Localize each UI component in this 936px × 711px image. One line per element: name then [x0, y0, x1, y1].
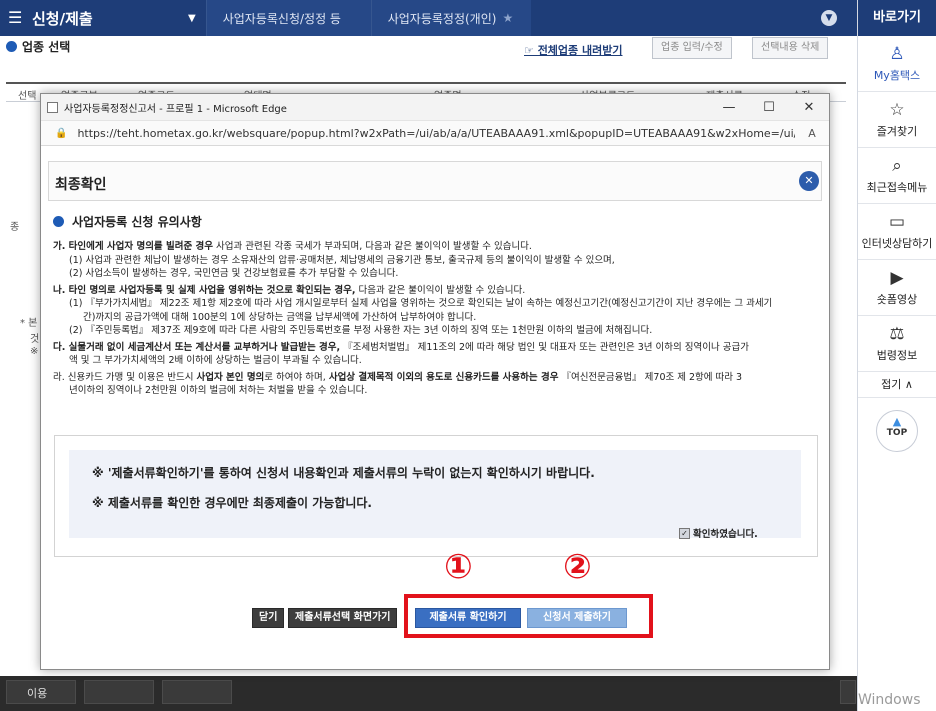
window-titlebar: 사업자등록정정신고서 - 프로필 1 - Microsoft Edge — ☐ … — [41, 94, 829, 121]
monitor-icon: ▭ — [888, 212, 906, 232]
top-header: ☰ 신청/제출 ▼ 사업자등록신청/정정 등 사업자등록정정(개인) ★ ▼ — [0, 0, 857, 36]
window-close-icon[interactable]: ✕ — [789, 100, 829, 115]
checkbox-icon[interactable]: ✓ — [679, 527, 690, 539]
taskbar-item[interactable] — [162, 680, 232, 704]
quick-item-recent-menu[interactable]: ⌕ 최근접속메뉴 — [858, 148, 936, 204]
gavel-icon: ⚖ — [889, 324, 905, 344]
windows-watermark: Windows — [858, 692, 921, 708]
quick-item-label: 숏폼영상 — [876, 293, 918, 306]
taskbar-item[interactable] — [84, 680, 154, 704]
industry-section-title: 업종 선택 — [6, 38, 70, 55]
modal-close-icon[interactable]: ✕ — [799, 171, 819, 191]
edge-app-icon — [47, 101, 58, 113]
address-bar[interactable]: 🔒 https://teht.hometax.go.kr/websquare/p… — [41, 121, 829, 146]
doc-select-screen-button[interactable]: 제출서류선택 화면가기 — [288, 608, 398, 628]
confirm-checkbox[interactable]: ✓ 확인하였습니다. — [679, 526, 758, 540]
taskbar-item[interactable] — [840, 680, 856, 704]
confirm-panel: ※ '제출서류확인하기'를 통하여 신청서 내용확인과 제출서류의 누락이 없는… — [69, 450, 801, 538]
quick-item-favorites[interactable]: ☆ 즐겨찾기 — [858, 92, 936, 148]
menu-icon[interactable]: ☰ — [8, 0, 26, 36]
top-label: TOP — [886, 428, 908, 438]
quick-item-label: 법령정보 — [876, 349, 918, 362]
modal-title: 최종확인 — [55, 177, 107, 193]
confirm-checkbox-label: 확인하였습니다. — [693, 529, 758, 540]
annotation-number-1: ① — [444, 547, 473, 587]
breadcrumb-item-1[interactable]: 사업자등록신청/정정 등 — [205, 0, 371, 36]
confirm-line-1: ※ '제출서류확인하기'를 통하여 신청서 내용확인과 제출서류의 누락이 없는… — [92, 466, 595, 480]
breadcrumb-item-2[interactable]: 사업자등록정정(개인) ★ — [370, 0, 531, 36]
breadcrumb-label-2: 사업자등록정정(개인) — [387, 11, 497, 26]
page-title: 신청/제출 — [32, 9, 93, 28]
minimize-icon[interactable]: — — [709, 100, 749, 115]
quick-panel: 바로가기 ♙ My홈택스 ☆ 즐겨찾기 ⌕ 최근접속메뉴 ▭ 인터넷상담하기 ▶… — [857, 0, 936, 711]
highlight-box — [404, 594, 653, 638]
window-title: 사업자등록정정신고서 - 프로필 1 - Microsoft Edge — [64, 103, 287, 115]
notice-ga-1: (1) 사업과 관련한 체납이 발생하는 경우 소유재산의 압류·공매처분, 체… — [69, 254, 615, 266]
notice-ga: 가. 타인에게 사업자 명의를 빌려준 경우 사업과 관련된 각종 국세가 부과… — [53, 241, 532, 252]
annotation-number-2: ② — [563, 547, 592, 587]
quick-item-label: 즐겨찾기 — [876, 125, 918, 138]
bg-fragment-3: 것 — [30, 334, 40, 345]
confirm-line-2: ※ 제출서류를 확인한 경우에만 최종제출이 가능합니다. — [92, 496, 372, 510]
notice-ga-2: (2) 사업소득이 발생하는 경우, 국민연금 및 건강보험료를 추가 부담할 … — [69, 268, 399, 279]
quick-item-label: My홈택스 — [873, 69, 921, 82]
confirm-box: ※ '제출서류확인하기'를 통하여 신청서 내용확인과 제출서류의 누락이 없는… — [54, 435, 818, 557]
collapse-icon[interactable]: ▼ — [821, 10, 837, 26]
modal-header: 최종확인 ✕ — [48, 161, 822, 201]
notice-na-2: (2) 『주민등록법』 제37조 제9호에 따라 다른 사람의 주민등록번호를 … — [69, 325, 653, 336]
notice-na: 나. 타인 명의로 사업자등록 및 실제 사업을 영위하는 것으로 확인되는 경… — [53, 284, 526, 296]
close-button[interactable]: 닫기 — [252, 608, 285, 628]
quick-item-my-hometax[interactable]: ♙ My홈택스 — [858, 36, 936, 92]
taskbar: 이용 — [0, 676, 857, 711]
bullet-icon — [6, 41, 17, 52]
user-icon: ♙ — [889, 44, 905, 64]
title-dropdown-icon[interactable]: ▼ — [188, 13, 196, 24]
notice-body: 가. 타인에게 사업자 명의를 빌려준 경우 사업과 관련된 각종 국세가 부과… — [53, 240, 823, 398]
download-all-industry-link[interactable]: ☞ 전체업종 내려받기 — [524, 42, 622, 58]
bg-fragment-2: * 본 — [20, 318, 38, 329]
lock-icon: 🔒 — [55, 127, 68, 139]
maximize-icon[interactable]: ☐ — [749, 100, 789, 115]
scroll-top-button[interactable]: ▲ TOP — [876, 410, 918, 452]
quick-item-label: 인터넷상담하기 — [861, 237, 933, 250]
favorite-star-icon[interactable]: ★ — [502, 11, 513, 25]
taskbar-item-label: 이용 — [27, 687, 48, 700]
popup-window: 사업자등록정정신고서 - 프로필 1 - Microsoft Edge — ☐ … — [40, 93, 830, 670]
col-select: 선택 — [18, 91, 37, 102]
search-doc-icon: ⌕ — [892, 156, 902, 176]
bg-fragment-4: ※ — [30, 346, 39, 357]
bg-fragment-1: 종 — [10, 222, 20, 233]
notice-na-1b: 간)까지의 공급가액에 대해 100분의 1에 상당하는 금액을 납부세액에 가… — [83, 311, 477, 323]
notice-title: 사업자등록 신청 유의사항 — [53, 213, 202, 230]
up-arrow-icon: ▲ — [892, 415, 902, 428]
quick-item-law-info[interactable]: ⚖ 법령정보 — [858, 316, 936, 372]
taskbar-item[interactable]: 이용 — [6, 680, 76, 704]
bullet-icon — [53, 216, 64, 227]
fold-button[interactable]: 접기 ∧ — [858, 372, 936, 398]
notice-da-2: 액 및 그 부가가치세액의 2배 이하에 상당하는 벌금이 부과될 수 있습니다… — [69, 355, 362, 366]
delete-selected-button[interactable]: 선택내용 삭제 — [752, 37, 829, 59]
quick-item-shortform-video[interactable]: ▶ 숏폼영상 — [858, 260, 936, 316]
notice-da: 다. 실물거래 없이 세금계산서 또는 계산서를 교부하거나 발급받는 경우, … — [53, 341, 749, 353]
quick-item-online-counsel[interactable]: ▭ 인터넷상담하기 — [858, 204, 936, 260]
reader-mode-icon[interactable]: A — [795, 127, 829, 140]
play-icon: ▶ — [890, 268, 904, 288]
url-text: https://teht.hometax.go.kr/websquare/pop… — [77, 126, 795, 140]
quick-panel-title: 바로가기 — [858, 0, 936, 36]
notice-ra: 라. 신용카드 가맹 및 이용은 반드시 사업자 본인 명의로 하여야 하며, … — [53, 371, 743, 383]
star-icon: ☆ — [889, 100, 905, 120]
quick-item-label: 최근접속메뉴 — [866, 181, 928, 194]
notice-ra-2: 년이하의 징역이나 2천만원 이하의 벌금에 처하는 처벌을 받을 수 있습니다… — [69, 385, 368, 396]
industry-input-edit-button[interactable]: 업종 입력/수정 — [652, 37, 732, 59]
notice-na-1a: (1) 『부가가치세법』 제22조 제1항 제2호에 따라 사업 개시일로부터 … — [69, 298, 773, 309]
